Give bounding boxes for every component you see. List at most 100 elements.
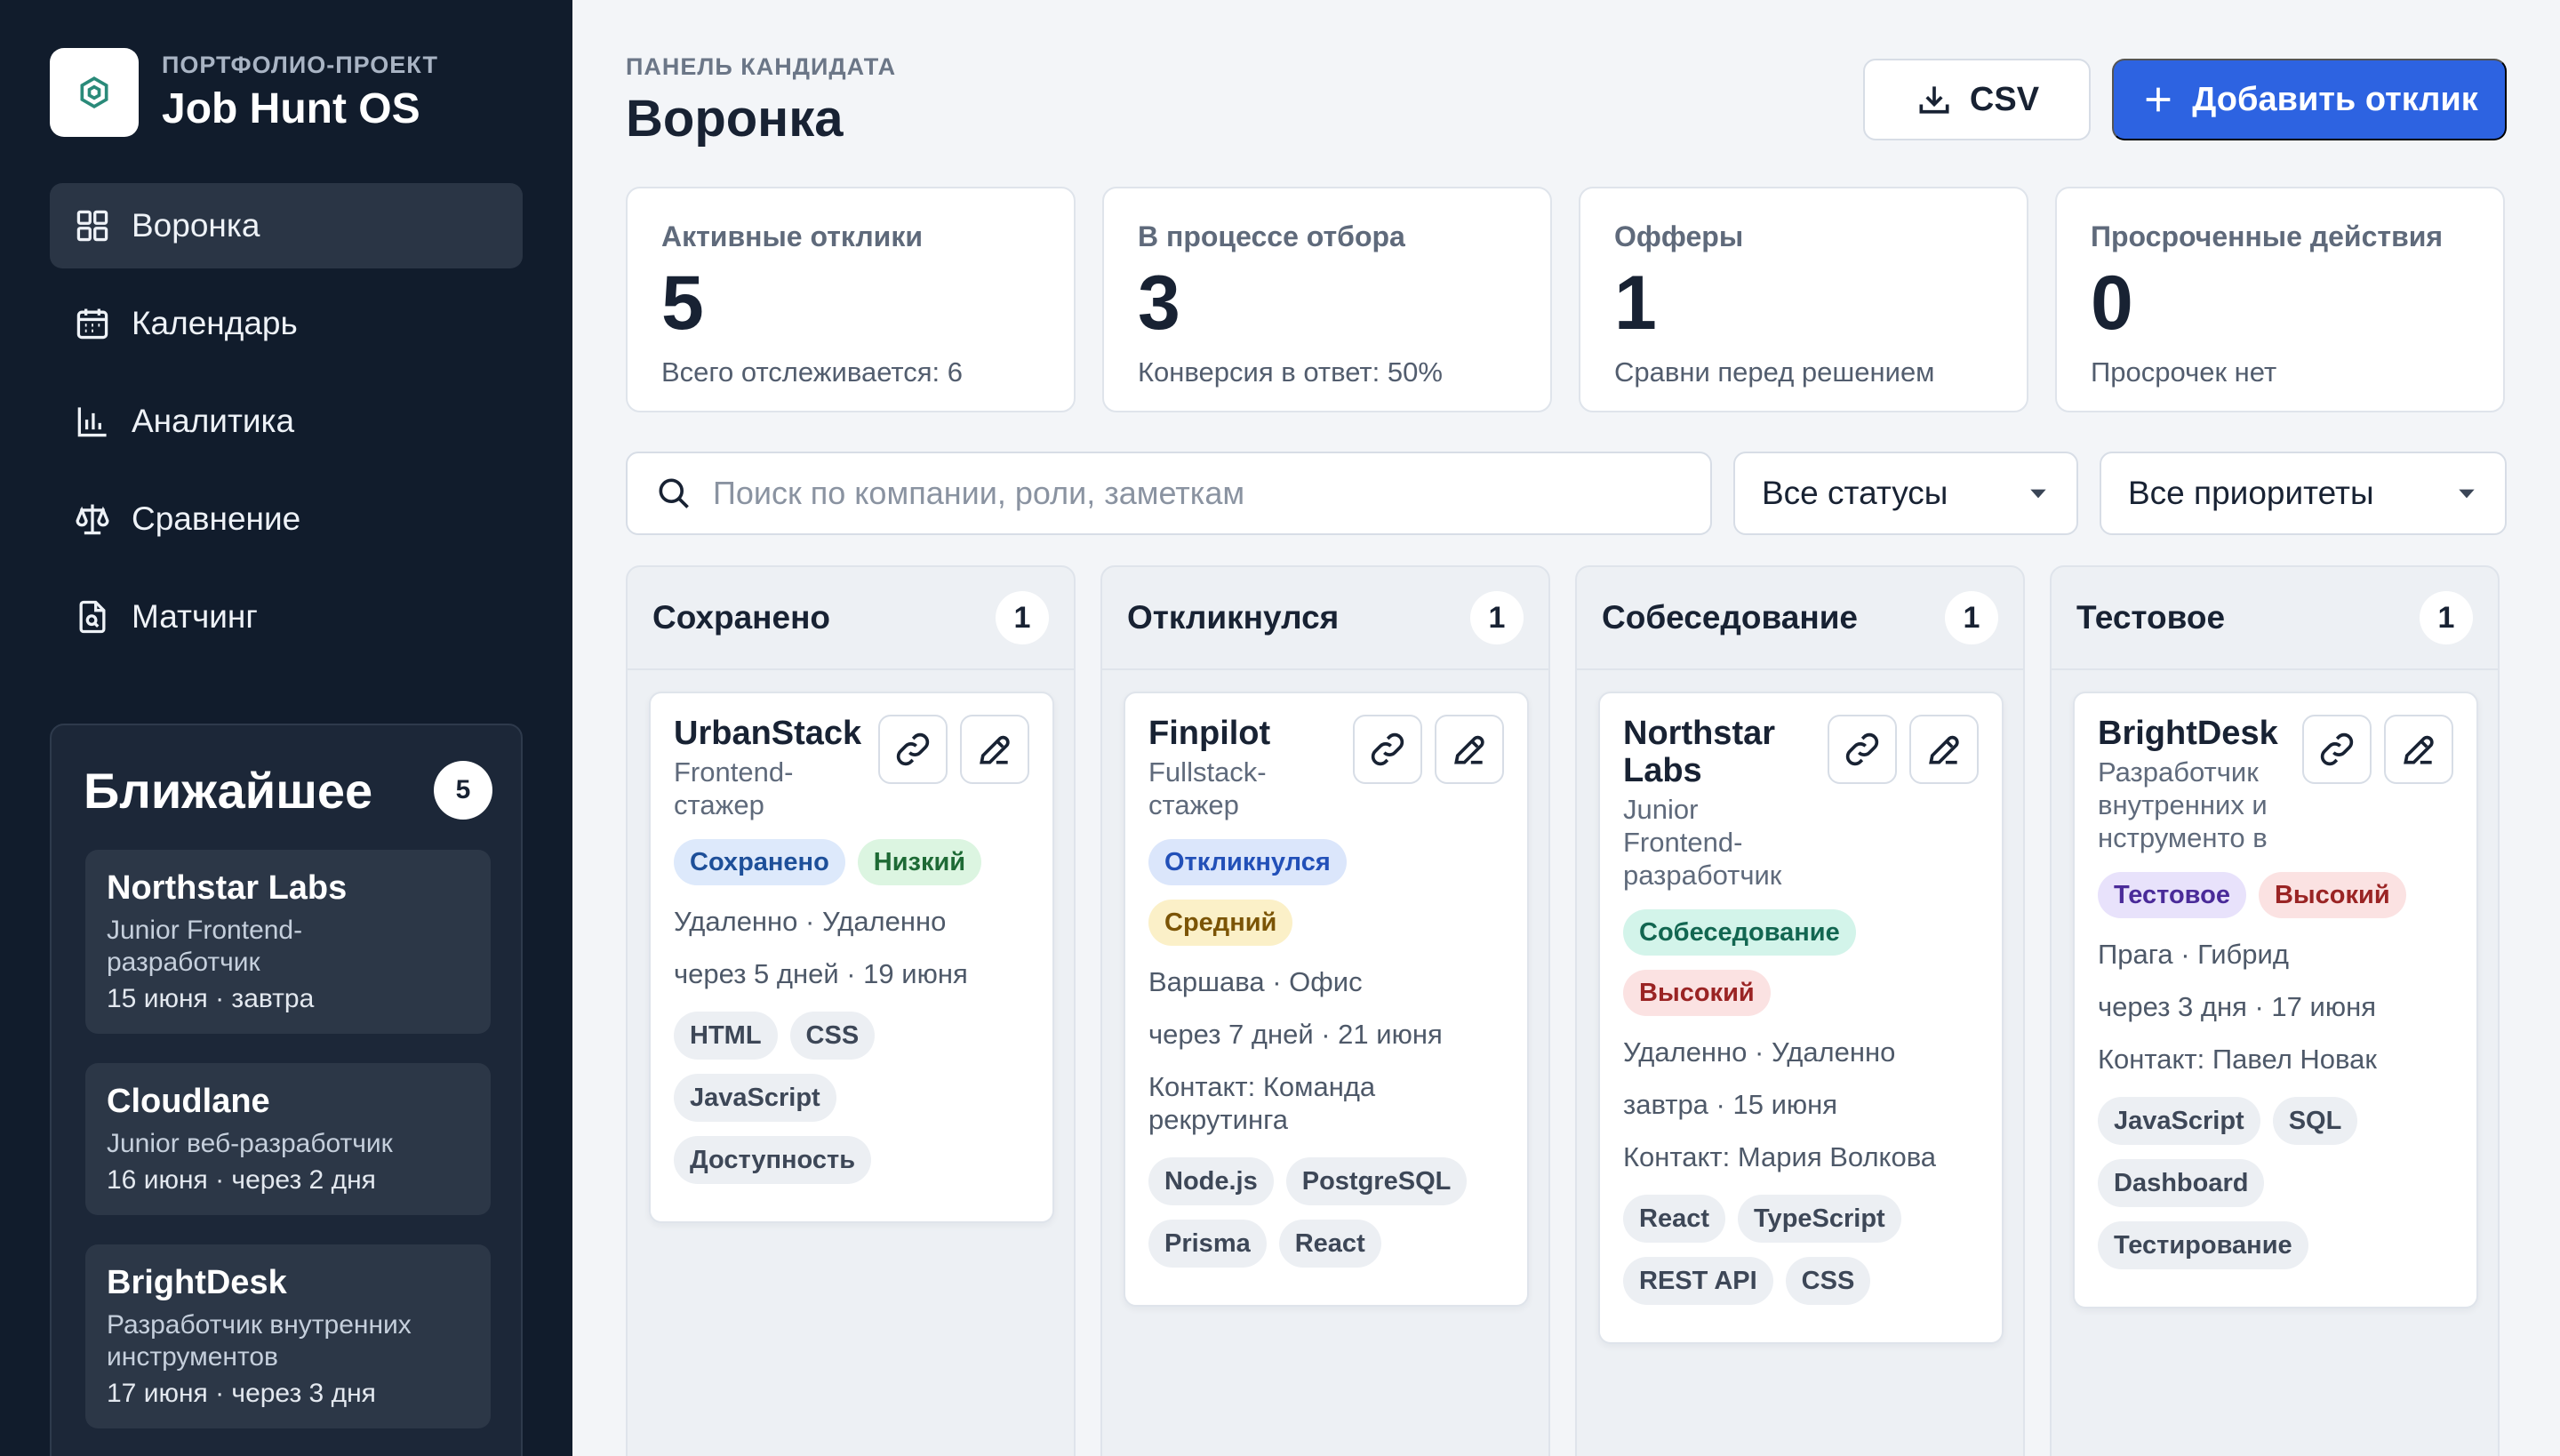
document-search-icon	[79, 600, 106, 634]
stat-note: Сравни перед решением	[1614, 356, 1935, 388]
add-application-button[interactable]: Добавить отклик	[2112, 59, 2507, 140]
status-badge: Тестовое	[2098, 872, 2246, 918]
plus-icon	[2146, 87, 2171, 112]
open-link-button[interactable]	[1353, 715, 1422, 784]
upcoming-item[interactable]: Cloudlane Junior веб-разработчик 16 июня…	[85, 1063, 491, 1215]
upcoming-role: Разработчик внутренних инструментов	[107, 1310, 412, 1372]
column-title: Собеседование	[1602, 599, 1859, 636]
stat-value: 5	[661, 260, 704, 346]
card-location: Удаленно · Удаленно	[1623, 1036, 1896, 1068]
priority-badge: Высокий	[1623, 970, 1771, 1016]
link-icon	[896, 732, 930, 766]
brand[interactable]: ПОРТФОЛИО-ПРОЕКТ Job Hunt OS	[50, 48, 438, 137]
pencil-icon	[980, 735, 1010, 764]
open-link-button[interactable]	[2302, 715, 2372, 784]
card-location: Варшава · Офис	[1148, 966, 1363, 997]
stat-value: 3	[1138, 260, 1180, 346]
add-label: Добавить отклик	[2192, 80, 2478, 118]
stat-label: Просроченные действия	[2091, 220, 2444, 252]
skill-tag: React	[1278, 1220, 1381, 1268]
column-count: 1	[996, 591, 1049, 644]
edit-button[interactable]	[1435, 715, 1504, 784]
skill-tag: Доступность	[674, 1136, 872, 1184]
grid-icon	[76, 210, 108, 242]
scale-icon	[76, 504, 109, 535]
logo-icon	[50, 48, 139, 137]
page-title: Воронка	[626, 90, 844, 148]
skill-tag: PostgreSQL	[1285, 1157, 1468, 1205]
calendar-icon	[76, 308, 108, 340]
card-location: Удаленно · Удаленно	[674, 906, 947, 937]
card-role: Fullstack-стажер	[1148, 756, 1267, 820]
skill-tag: React	[1623, 1195, 1725, 1243]
status-badge: Сохранено	[674, 839, 845, 885]
nav-item-calendar[interactable]: Календарь	[50, 281, 523, 366]
edit-button[interactable]	[2384, 715, 2453, 784]
job-card[interactable]: UrbanStack Frontend-стажер Сохранено Низ…	[649, 692, 1054, 1223]
edit-button[interactable]	[960, 715, 1029, 784]
priority-badge: Низкий	[857, 839, 982, 885]
nav-label: Воронка	[132, 207, 260, 244]
stat-label: Офферы	[1614, 220, 1744, 252]
skill-tag: TypeScript	[1738, 1195, 1901, 1243]
upcoming-title: Ближайшее	[84, 762, 373, 819]
search-input[interactable]	[713, 475, 1691, 512]
job-card[interactable]: BrightDesk Разработчик внутренних инстру…	[2073, 692, 2478, 1308]
status-select-value: Все статусы	[1762, 475, 1948, 511]
card-contact: Контакт: Команда рекрутинга	[1148, 1071, 1376, 1135]
status-select[interactable]: Все статусы	[1733, 452, 2078, 535]
chevron-down-icon	[2030, 489, 2046, 499]
upcoming-role: Junior Frontend-разработчик	[107, 916, 303, 977]
card-company: BrightDesk	[2098, 715, 2278, 752]
sidebar: ПОРТФОЛИО-ПРОЕКТ Job Hunt OS Воронка Кал…	[0, 0, 572, 1456]
upcoming-item[interactable]: BrightDesk Разработчик внутренних инстру…	[85, 1244, 491, 1428]
open-link-button[interactable]	[1828, 715, 1897, 784]
skill-tag: JavaScript	[2098, 1097, 2260, 1145]
skill-tag: Dashboard	[2098, 1159, 2265, 1207]
upcoming-item[interactable]: Northstar Labs Junior Frontend-разработч…	[85, 850, 491, 1034]
page-kicker: ПАНЕЛЬ КАНДИДАТА	[626, 53, 897, 80]
skill-tag: Node.js	[1148, 1157, 1274, 1205]
stat-card-active: Активные отклики 5 Всего отслеживается: …	[626, 187, 1076, 412]
stat-note: Конверсия в ответ: 50%	[1138, 356, 1443, 388]
stat-note: Просрочек нет	[2091, 356, 2277, 388]
skill-tag: JavaScript	[674, 1074, 836, 1122]
status-badge: Откликнулся	[1148, 839, 1347, 885]
stat-label: Активные отклики	[661, 220, 923, 252]
card-location: Прага · Гибрид	[2098, 939, 2289, 970]
status-badge: Собеседование	[1623, 909, 1856, 956]
stat-card-offers: Офферы 1 Сравни перед решением	[1579, 187, 2028, 412]
skill-tag: Тестирование	[2098, 1221, 2308, 1269]
card-role: Frontend-стажер	[674, 756, 794, 820]
nav-item-matching[interactable]: Матчинг	[50, 574, 523, 660]
brand-title: Job Hunt OS	[162, 85, 420, 132]
nav-item-analytics[interactable]: Аналитика	[50, 379, 523, 464]
column-applied: Откликнулся 1 Finpilot Fullstack-стажер …	[1100, 565, 1550, 1456]
search-icon	[659, 478, 689, 508]
job-card[interactable]: Northstar Labs Junior Frontend-разработч…	[1598, 692, 2004, 1344]
nav-item-compare[interactable]: Сравнение	[50, 476, 523, 562]
main-nav: Воронка Календарь Аналитика Сравнение Ма…	[50, 183, 523, 672]
stat-value: 0	[2091, 260, 2133, 346]
search-box[interactable]	[626, 452, 1712, 535]
nav-label: Аналитика	[132, 403, 295, 439]
open-link-button[interactable]	[878, 715, 948, 784]
bar-chart-icon	[77, 407, 107, 437]
priority-select-value: Все приоритеты	[2128, 475, 2374, 511]
link-icon	[2320, 732, 2354, 766]
nav-label: Матчинг	[132, 598, 258, 635]
nav-item-funnel[interactable]: Воронка	[50, 183, 523, 268]
skill-tag: Prisma	[1148, 1220, 1267, 1268]
column-title: Тестовое	[2076, 599, 2226, 636]
download-icon	[1919, 86, 1949, 114]
card-company: UrbanStack	[674, 715, 862, 752]
skill-tag: HTML	[674, 1012, 778, 1060]
column-interview: Собеседование 1 Northstar Labs Junior Fr…	[1575, 565, 2025, 1456]
export-csv-button[interactable]: CSV	[1863, 59, 2091, 140]
job-card[interactable]: Finpilot Fullstack-стажер Откликнулся Ср…	[1124, 692, 1529, 1307]
upcoming-company: Northstar Labs	[107, 869, 348, 907]
priority-select[interactable]: Все приоритеты	[2100, 452, 2507, 535]
column-count: 1	[2420, 591, 2473, 644]
edit-button[interactable]	[1909, 715, 1979, 784]
chevron-down-icon	[2459, 489, 2475, 499]
